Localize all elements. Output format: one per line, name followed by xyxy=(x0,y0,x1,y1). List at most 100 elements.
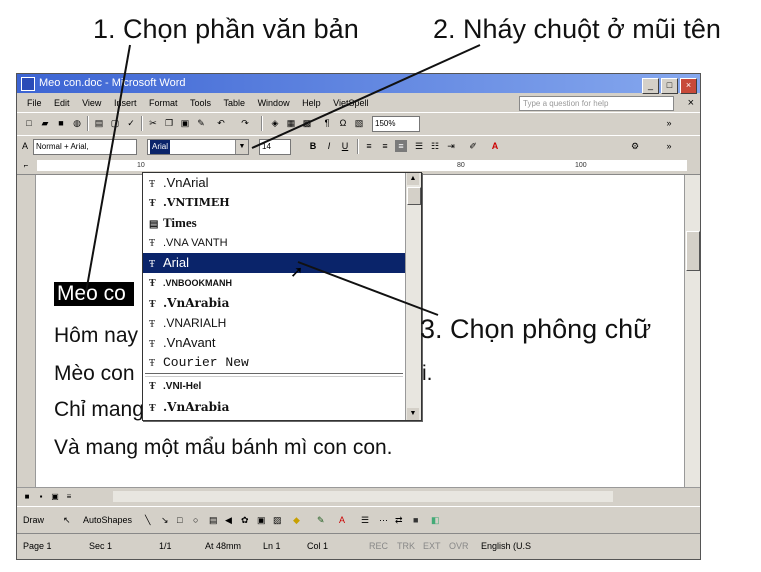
styles-pane-icon[interactable]: A xyxy=(19,140,31,152)
font-dropdown-list[interactable]: Ŧ .VnArial Ŧ .VNTIMEH ▤ Times Ŧ .VNA VANTH Ŧ… xyxy=(142,172,422,421)
status-trk[interactable]: TRK xyxy=(397,534,415,559)
justify-icon[interactable]: ≡ xyxy=(395,140,407,152)
menu-vietspell[interactable]: VietSpell xyxy=(333,98,368,108)
font-option[interactable]: Ŧ .VNARIALH xyxy=(143,313,405,333)
tab-selector-icon[interactable]: ⌐ xyxy=(20,160,32,172)
numbering-icon[interactable]: ☰ xyxy=(413,140,425,152)
font-option[interactable]: Ŧ .VnArabia xyxy=(143,397,405,417)
indent-icon[interactable]: ⇥ xyxy=(445,140,457,152)
font-option[interactable]: Ŧ .VnAvant xyxy=(143,333,405,353)
doc-line-3[interactable]: Mèo con xyxy=(54,362,135,386)
font-option[interactable]: Ŧ .VnArial xyxy=(143,173,405,193)
draw-font-color-icon[interactable]: A xyxy=(339,507,345,533)
shadow-icon[interactable]: ■ xyxy=(413,507,418,533)
horizontal-scrollbar[interactable]: ■ ▪ ▣ ≡ xyxy=(17,487,700,506)
undo-icon[interactable]: ↶ xyxy=(215,117,227,129)
font-option[interactable]: Ŧ .VNI-Hel xyxy=(143,377,405,397)
menu-edit[interactable]: Edit xyxy=(54,98,70,108)
doc-line-5[interactable]: Và mang một mẩu bánh mì con con. xyxy=(54,436,393,460)
web-view-icon[interactable]: ▪ xyxy=(35,491,47,503)
font-color-icon[interactable]: A xyxy=(489,140,501,152)
vertical-scrollbar[interactable] xyxy=(684,175,700,487)
doc-line-3-tail[interactable]: i. xyxy=(422,362,433,386)
insert-table-icon[interactable]: ▩ xyxy=(301,117,313,129)
menu-format[interactable]: Format xyxy=(149,98,178,108)
font-size-select[interactable]: 14 xyxy=(259,139,291,155)
toolbar-options-icon-2[interactable]: » xyxy=(663,140,675,152)
fill-color-icon[interactable]: ◆ xyxy=(293,507,300,533)
save-icon[interactable]: ■ xyxy=(55,117,67,129)
scroll-up-icon[interactable]: ▲ xyxy=(407,173,419,185)
arrow-style-icon[interactable]: ⇄ xyxy=(395,507,403,533)
menu-insert[interactable]: Insert xyxy=(114,98,137,108)
font-list-scrollbar[interactable]: ▲ ▼ xyxy=(405,173,421,420)
font-dropdown-arrow-icon[interactable]: ▼ xyxy=(235,140,248,154)
font-option-selected[interactable]: Ŧ Arial xyxy=(143,253,405,273)
autoshapes-menu[interactable]: AutoShapes xyxy=(83,507,132,533)
toolbar-options-icon[interactable]: » xyxy=(663,117,675,129)
align-left-icon[interactable]: ≡ xyxy=(363,140,375,152)
outline-view-icon[interactable]: ≡ xyxy=(63,491,75,503)
font-option[interactable]: Ŧ .VnArabia xyxy=(143,293,405,313)
wordart-icon[interactable]: ◀ xyxy=(225,507,232,533)
status-ext[interactable]: EXT xyxy=(423,534,441,559)
draw-menu[interactable]: Draw xyxy=(23,507,44,533)
menu-tools[interactable]: Tools xyxy=(190,98,211,108)
font-option[interactable]: Ŧ Courier New xyxy=(143,353,405,373)
highlight-icon[interactable]: ✐ xyxy=(467,140,479,152)
menu-view[interactable]: View xyxy=(82,98,101,108)
minimize-button[interactable]: _ xyxy=(642,78,659,94)
3d-icon[interactable]: ◧ xyxy=(431,507,440,533)
normal-view-icon[interactable]: ■ xyxy=(21,491,33,503)
line-style-icon[interactable]: ☰ xyxy=(361,507,369,533)
diagram-icon[interactable]: ✿ xyxy=(241,507,249,533)
font-name-select[interactable]: Arial ▼ xyxy=(147,139,249,155)
print-preview-icon[interactable]: ▢ xyxy=(109,117,121,129)
copy-icon[interactable]: ❐ xyxy=(163,117,175,129)
textbox-icon[interactable]: ▤ xyxy=(209,507,218,533)
spelling-icon[interactable]: ✓ xyxy=(125,117,137,129)
permission-icon[interactable]: ◍ xyxy=(71,117,83,129)
arrow-icon[interactable]: ↘ xyxy=(161,507,169,533)
align-center-icon[interactable]: ≡ xyxy=(379,140,391,152)
select-objects-icon[interactable]: ↖ xyxy=(63,507,71,533)
print-layout-icon[interactable]: ▣ xyxy=(49,491,61,503)
rectangle-icon[interactable]: □ xyxy=(177,507,182,533)
omega-symbol-icon[interactable]: Ω xyxy=(337,117,349,129)
menu-window[interactable]: Window xyxy=(258,98,290,108)
close-document-icon[interactable]: × xyxy=(688,94,694,112)
font-option[interactable]: Ŧ .VNBOOKMANH xyxy=(143,273,405,293)
menu-help[interactable]: Help xyxy=(302,98,321,108)
redo-icon[interactable]: ↷ xyxy=(239,117,251,129)
selected-text[interactable]: Meo co xyxy=(54,282,134,306)
maximize-button[interactable]: □ xyxy=(661,78,678,94)
scroll-thumb[interactable] xyxy=(686,231,700,271)
style-select[interactable]: Normal + Arial, xyxy=(33,139,137,155)
oval-icon[interactable]: ○ xyxy=(193,507,198,533)
line-color-icon[interactable]: ✎ xyxy=(317,507,325,533)
format-painter-icon[interactable]: ✎ xyxy=(195,117,207,129)
bold-button[interactable]: B xyxy=(307,140,319,152)
font-option[interactable]: Ŧ .VNA VANTH xyxy=(143,233,405,253)
hyperlink-icon[interactable]: ◈ xyxy=(269,117,281,129)
print-icon[interactable]: ▤ xyxy=(93,117,105,129)
show-hide-icon[interactable]: ¶ xyxy=(321,117,333,129)
help-search-input[interactable]: Type a question for help xyxy=(519,96,674,111)
status-ovr[interactable]: OVR xyxy=(449,534,469,559)
picture-icon[interactable]: ▨ xyxy=(273,507,282,533)
clipart-icon[interactable]: ▣ xyxy=(257,507,266,533)
menu-table[interactable]: Table xyxy=(224,98,246,108)
font-list-scroll-thumb[interactable] xyxy=(407,187,421,205)
cut-icon[interactable]: ✂ xyxy=(147,117,159,129)
close-button[interactable]: × xyxy=(680,78,697,94)
italic-button[interactable]: I xyxy=(323,140,335,152)
doc-line-2[interactable]: Hôm nay xyxy=(54,324,138,348)
paste-icon[interactable]: ▣ xyxy=(179,117,191,129)
zoom-select[interactable]: 150% xyxy=(372,116,420,132)
research-icon[interactable]: ⚙ xyxy=(629,140,641,152)
underline-button[interactable]: U xyxy=(339,140,351,152)
line-icon[interactable]: ╲ xyxy=(145,507,150,533)
menu-file[interactable]: File xyxy=(27,98,42,108)
new-document-icon[interactable]: □ xyxy=(23,117,35,129)
title-bar[interactable]: Meo con.doc - Microsoft Word _ □ × xyxy=(17,74,700,94)
